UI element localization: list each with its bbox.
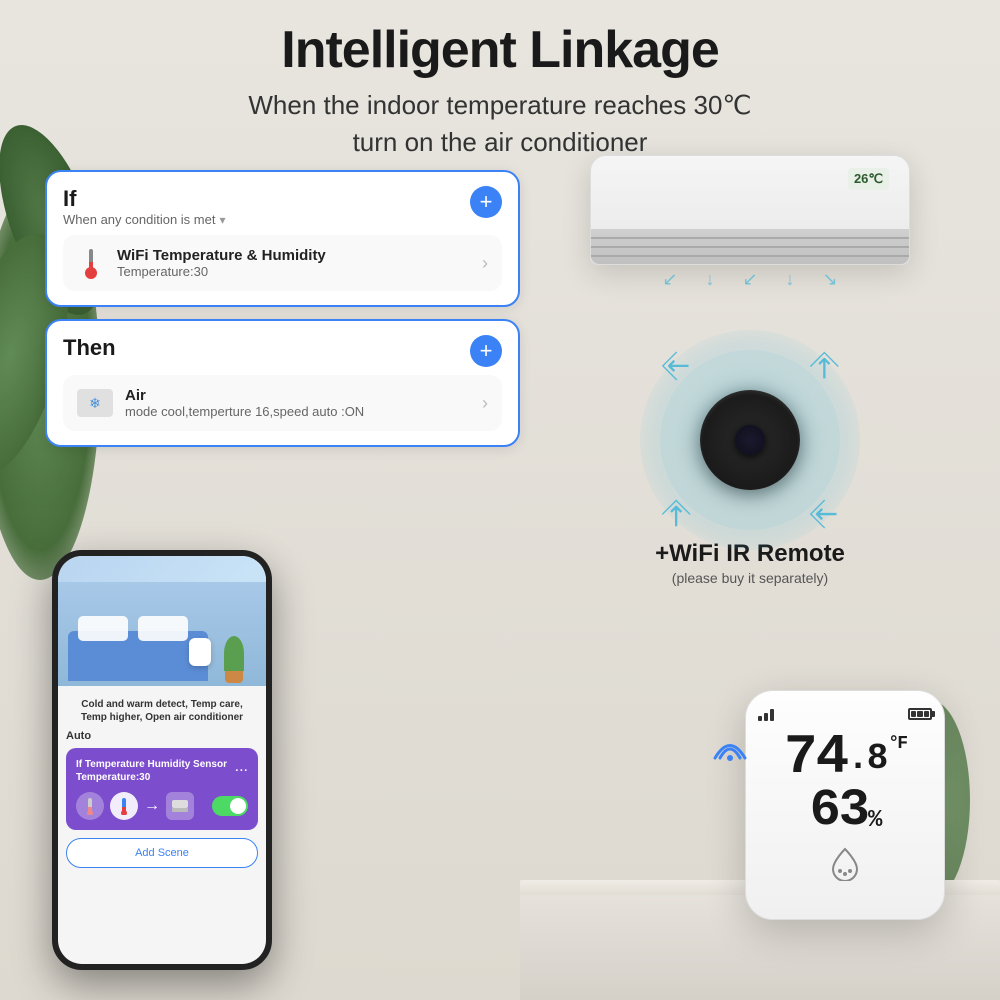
automation-dots-icon[interactable]: ... [235, 758, 248, 776]
left-panel: If When any condition is met ▾ + [45, 170, 520, 447]
phone-content: Cold and warm detect, Temp care, Temp hi… [58, 686, 266, 876]
arrow-icon: → [144, 797, 160, 815]
phone-bedroom-image [58, 556, 266, 686]
then-card-title: Then [63, 335, 116, 361]
battery-cell-1 [911, 711, 916, 717]
temperature-decimal: .8 [847, 741, 886, 777]
if-card-header: If When any condition is met ▾ + [63, 186, 502, 227]
condition-name: WiFi Temperature & Humidity [117, 247, 482, 264]
phone-sensor-icon [76, 792, 104, 820]
humidity-value: 63 [810, 785, 868, 837]
if-card-title-group: If When any condition is met ▾ [63, 186, 226, 227]
ac-unit: 26℃ [590, 155, 910, 265]
phone-ac-icon [166, 792, 194, 820]
wifi-signal-icon [710, 728, 750, 770]
signal-bar-2 [764, 713, 768, 721]
phone-toggle[interactable] [212, 796, 248, 816]
phone-caption: Cold and warm detect, Temp care, Temp hi… [66, 694, 258, 728]
wifi-arrow-bottom-right: ⇲ [803, 494, 843, 534]
sensor-status-bar [758, 707, 932, 721]
if-card-subtitle: When any condition is met ▾ [63, 212, 226, 227]
phone-automation-card[interactable]: If Temperature Humidity Sensor Temperatu… [66, 748, 258, 830]
wifi-arrow-top-right: ⇱ [803, 347, 843, 387]
vent-arrow-5: ↘ [823, 269, 838, 290]
signal-bar-1 [758, 716, 762, 721]
sensor-device: 74 .8 °F 63 % [745, 690, 945, 920]
vent-arrow-4: ↓ [786, 269, 795, 290]
sensor-mini-image [189, 638, 211, 666]
action-chevron-icon: › [482, 393, 488, 414]
ac-display-temp: 26℃ [848, 168, 889, 190]
plant-mini-pot [225, 671, 243, 683]
signal-bar-3 [770, 709, 774, 721]
phone-temp-icon [110, 792, 138, 820]
wifi-arrow-bottom-left: ⇲ [657, 494, 697, 534]
chevron-down-icon[interactable]: ▾ [219, 213, 225, 227]
action-name: Air [125, 387, 482, 404]
battery-cell-2 [917, 711, 922, 717]
right-panel: 26℃ ↙ ↓ ↙ ↓ ↘ ⇱ ⇱ ⇲ ⇲ [530, 155, 970, 586]
then-card-title-group: Then [63, 335, 116, 361]
phone-auto-label: Auto [66, 728, 258, 744]
condition-text: WiFi Temperature & Humidity Temperature:… [117, 247, 482, 279]
action-item[interactable]: Air mode cool,temperture 16,speed auto :… [63, 375, 502, 431]
water-drop-icon [827, 845, 863, 887]
page-title: Intelligent Linkage [0, 22, 1000, 79]
ac-unit-icon [77, 389, 113, 417]
bed-pillow-right [138, 616, 188, 641]
if-card-subtitle-text: When any condition is met [63, 212, 215, 227]
humidity-display: 63 % [810, 785, 881, 837]
ir-circle-outer: ⇱ ⇱ ⇲ ⇲ [660, 350, 840, 530]
page-subtitle: When the indoor temperature reaches 30℃ … [0, 87, 1000, 160]
action-value: mode cool,temperture 16,speed auto :ON [125, 404, 482, 419]
signal-bars [758, 707, 774, 721]
phone-mockup: Cold and warm detect, Temp care, Temp hi… [52, 550, 272, 970]
plant-mini [221, 636, 246, 686]
ir-remote-section: ⇱ ⇱ ⇲ ⇲ +WiFi IR Remote (please buy it s… [530, 350, 970, 586]
plant-mini-body [224, 636, 244, 671]
condition-value: Temperature:30 [117, 264, 482, 279]
vent-arrow-1: ↙ [662, 269, 677, 290]
thermometer-icon [77, 249, 105, 277]
ir-remote-sublabel: (please buy it separately) [672, 570, 828, 586]
ac-grille-line-3 [591, 255, 909, 257]
phone-add-scene-button[interactable]: Add Scene [66, 838, 258, 868]
bed-pillow-left [78, 616, 128, 641]
phone-screen: Cold and warm detect, Temp care, Temp hi… [58, 556, 266, 964]
if-card: If When any condition is met ▾ + [45, 170, 520, 307]
ac-grille [591, 229, 909, 264]
condition-chevron-icon: › [482, 253, 488, 274]
subtitle-line2: turn on the air conditioner [353, 127, 648, 157]
action-text: Air mode cool,temperture 16,speed auto :… [125, 387, 482, 419]
condition-item[interactable]: WiFi Temperature & Humidity Temperature:… [63, 235, 502, 291]
wifi-arrow-top-left: ⇱ [657, 347, 697, 387]
page-container: Intelligent Linkage When the indoor temp… [0, 0, 1000, 1000]
battery-cell-3 [924, 711, 929, 717]
sensor-body: 74 .8 °F 63 % [745, 690, 945, 920]
ac-grille-line-2 [591, 246, 909, 248]
humidity-unit: % [868, 809, 880, 833]
vent-arrows: ↙ ↓ ↙ ↓ ↘ [530, 269, 970, 290]
subtitle-line1: When the indoor temperature reaches 30℃ [248, 90, 751, 120]
wifi-arc [710, 728, 750, 770]
phone-auto-icons: → [76, 792, 248, 820]
wifi-arrows-container: ⇱ ⇱ ⇲ ⇲ [640, 330, 860, 550]
battery-icon [908, 708, 932, 720]
vent-arrow-3: ↙ [742, 269, 757, 290]
if-add-button[interactable]: + [470, 186, 502, 218]
header: Intelligent Linkage When the indoor temp… [0, 0, 1000, 160]
temperature-unit: °F [888, 735, 906, 753]
if-card-title: If [63, 186, 226, 212]
temperature-display: 74 .8 °F [784, 729, 906, 785]
then-card-header: Then + [63, 335, 502, 367]
ac-grille-line-1 [591, 237, 909, 239]
phone-auto-title: If Temperature Humidity Sensor Temperatu… [76, 758, 231, 784]
then-add-button[interactable]: + [470, 335, 502, 367]
then-card: Then + Air mode cool,temperture 16,speed… [45, 319, 520, 447]
vent-arrow-2: ↓ [705, 269, 714, 290]
temperature-value: 74 [784, 729, 847, 785]
